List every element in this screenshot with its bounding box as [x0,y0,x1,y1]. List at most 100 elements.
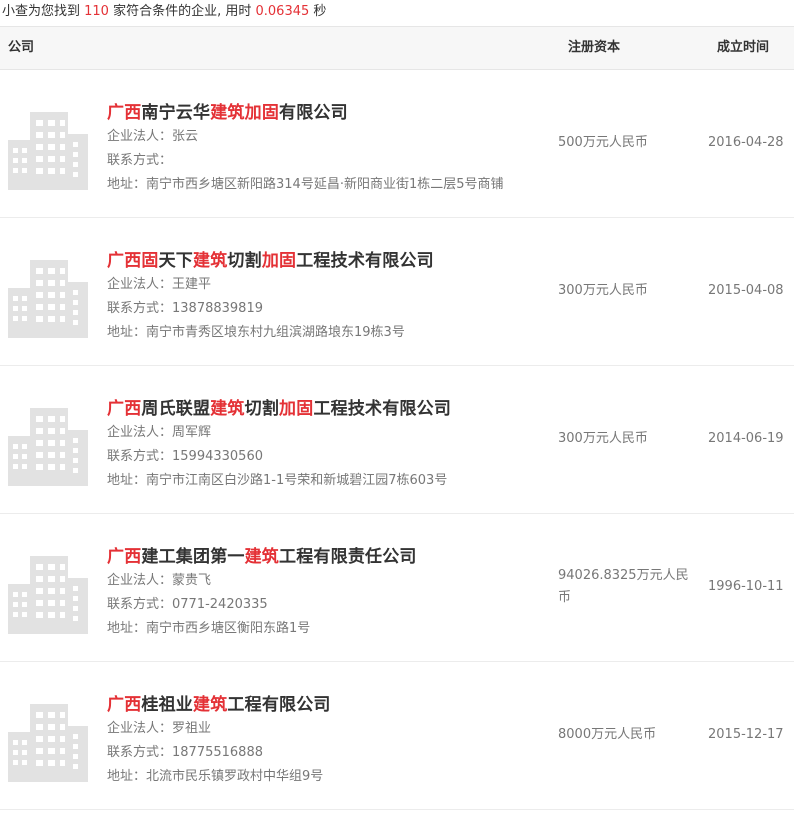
contact-info: 联系方式：15994330560 [107,449,263,465]
summary-middle: 家符合条件的企业, 用时 [108,4,256,19]
contact-label: 联系方式： [107,449,173,464]
name-text: 切割 [244,399,280,419]
name-keyword-highlight: 建筑 [244,547,280,567]
legal-person: 企业法人：罗祖业 [107,721,211,737]
name-text: 周氏联盟 [141,399,211,419]
registered-capital: 300万元人民币 [558,431,648,446]
contact-value: 15994330560 [172,449,263,464]
building-icon [8,408,88,486]
name-keyword-highlight: 广西 [107,547,142,567]
legal-person: 企业法人：王建平 [107,277,211,293]
summary-prefix: 小查为您找到 [2,4,85,19]
legal-label: 企业法人： [107,277,173,292]
company-row[interactable]: 广西固天下建筑切割加固工程技术有限公司 企业法人：王建平 联系方式：138788… [0,218,794,366]
name-text: 建工集团第一 [141,547,245,567]
contact-info: 联系方式：13878839819 [107,301,263,317]
building-icon [8,556,88,634]
name-text: 天下 [158,251,194,271]
name-text: 南宁云华 [141,103,211,123]
name-keyword-highlight: 加固 [261,251,297,271]
address-label: 地址： [107,621,147,636]
contact-label: 联系方式： [107,745,173,760]
query-time: 0.06345 [255,4,310,19]
legal-label: 企业法人： [107,129,173,144]
contact-value: 13878839819 [172,301,263,316]
company-list: 广西南宁云华建筑加固有限公司 企业法人：张云 联系方式： 地址：南宁市西乡塘区新… [0,70,794,810]
company-row[interactable]: 广西南宁云华建筑加固有限公司 企业法人：张云 联系方式： 地址：南宁市西乡塘区新… [0,70,794,218]
address-info: 地址：南宁市江南区白沙路1-1号荣和新城碧江园7栋603号 [107,473,447,489]
legal-label: 企业法人： [107,573,173,588]
company-name-link[interactable]: 广西固天下建筑切割加固工程技术有限公司 [107,246,434,271]
company-row[interactable]: 广西建工集团第一建筑工程有限责任公司 企业法人：蒙贵飞 联系方式：0771-24… [0,514,794,662]
name-keyword-highlight: 加固 [244,103,280,123]
founded-date: 2014-06-19 [708,431,784,446]
contact-label: 联系方式： [107,301,173,316]
name-text: 桂祖业 [141,695,194,715]
registered-capital: 8000万元人民币 [558,727,657,742]
company-row[interactable]: 广西桂祖业建筑工程有限公司 企业法人：罗祖业 联系方式：18775516888 … [0,662,794,810]
name-text: 工程技术有限公司 [313,399,452,419]
legal-person: 企业法人：张云 [107,129,198,145]
founded-date: 1996-10-11 [708,579,784,594]
legal-value: 罗祖业 [172,721,212,736]
contact-label: 联系方式： [107,597,173,612]
registered-capital: 500万元人民币 [558,135,648,150]
legal-value: 周军辉 [172,425,212,440]
founded-date: 2015-04-08 [708,283,784,298]
legal-value: 蒙贵飞 [172,573,212,588]
legal-label: 企业法人： [107,721,173,736]
legal-value: 王建平 [172,277,212,292]
company-name-link[interactable]: 广西周氏联盟建筑切割加固工程技术有限公司 [107,394,451,419]
column-header-company: 公司 [8,40,35,55]
column-header-capital: 注册资本 [568,40,621,55]
company-row[interactable]: 广西周氏联盟建筑切割加固工程技术有限公司 企业法人：周军辉 联系方式：15994… [0,366,794,514]
address-label: 地址： [107,473,147,488]
name-text: 工程有限责任公司 [279,547,417,567]
building-icon [8,260,88,338]
legal-person: 企业法人：蒙贵飞 [107,573,211,589]
search-summary: 小查为您找到 110 家符合条件的企业, 用时 0.06345 秒 [0,0,794,26]
address-label: 地址： [107,769,147,784]
legal-value: 张云 [172,129,199,144]
address-info: 地址：南宁市西乡塘区衡阳东路1号 [107,621,310,637]
company-name-link[interactable]: 广西南宁云华建筑加固有限公司 [107,98,348,123]
building-icon [8,112,88,190]
result-count: 110 [84,4,109,19]
registered-capital: 300万元人民币 [558,283,648,298]
name-keyword-highlight: 广西 [107,695,142,715]
address-info: 地址：南宁市青秀区埌东村九组滨湖路埌东19栋3号 [107,325,405,341]
founded-date: 2015-12-17 [708,727,784,742]
name-text: 工程技术有限公司 [296,251,434,271]
table-header: 公司 注册资本 成立时间 [0,26,794,70]
name-keyword-highlight: 广西 [107,103,142,123]
address-info: 地址：北流市民乐镇罗政村中华组9号 [107,769,323,785]
summary-suffix: 秒 [309,4,327,19]
registered-capital: 94026.8325万元人民币 [558,568,689,605]
name-keyword-highlight: 建筑 [210,399,245,419]
name-keyword-highlight: 建筑 [193,251,228,271]
legal-label: 企业法人： [107,425,173,440]
address-value: 南宁市江南区白沙路1-1号荣和新城碧江园7栋603号 [146,473,448,488]
company-name-link[interactable]: 广西建工集团第一建筑工程有限责任公司 [107,542,417,567]
contact-info: 联系方式： [107,153,172,169]
legal-person: 企业法人：周军辉 [107,425,211,441]
address-value: 南宁市西乡塘区衡阳东路1号 [146,621,311,636]
contact-info: 联系方式：0771-2420335 [107,597,268,613]
name-keyword-highlight: 建筑 [193,695,228,715]
name-keyword-highlight: 加固 [279,399,314,419]
contact-label: 联系方式： [107,153,173,168]
address-info: 地址：南宁市西乡塘区新阳路314号延昌·新阳商业街1栋二层5号商铺 [107,177,504,193]
name-keyword-highlight: 广西 [107,251,142,271]
name-keyword-highlight: 广西 [107,399,142,419]
address-value: 南宁市西乡塘区新阳路314号延昌·新阳商业街1栋二层5号商铺 [146,177,504,192]
contact-value: 0771-2420335 [172,597,268,612]
address-value: 南宁市青秀区埌东村九组滨湖路埌东19栋3号 [146,325,405,340]
name-text: 有限公司 [279,103,348,123]
building-icon [8,704,88,782]
company-name-link[interactable]: 广西桂祖业建筑工程有限公司 [107,690,331,715]
name-text: 切割 [227,251,262,271]
name-keyword-highlight: 建筑 [210,103,245,123]
founded-date: 2016-04-28 [708,135,784,150]
address-label: 地址： [107,177,147,192]
contact-info: 联系方式：18775516888 [107,745,263,761]
